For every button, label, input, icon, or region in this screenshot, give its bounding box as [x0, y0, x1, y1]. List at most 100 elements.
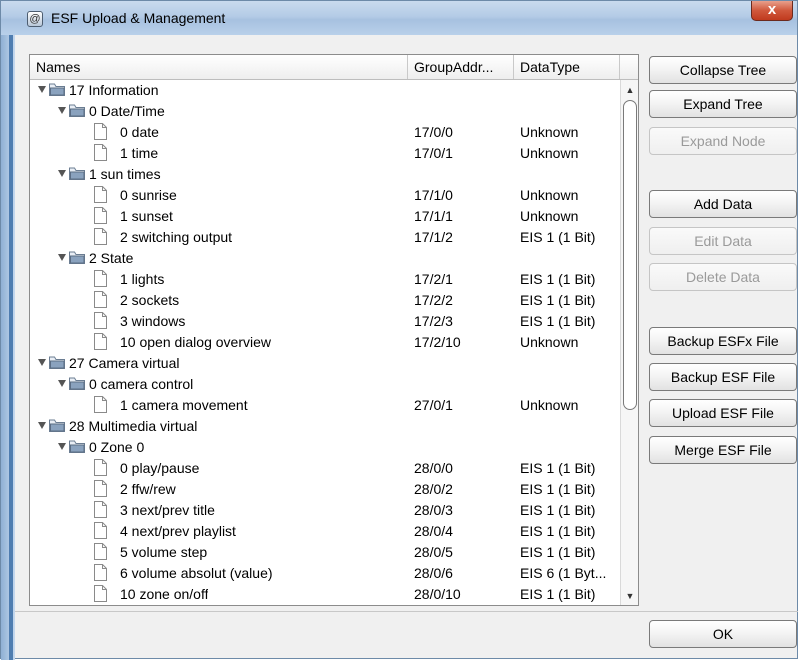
- tree-node-name: 2 switching output: [120, 229, 233, 245]
- file-icon: [94, 123, 107, 140]
- table-row[interactable]: 0 play/pause 28/0/0 EIS 1 (1 Bit): [30, 458, 620, 479]
- scroll-down-icon[interactable]: ▼: [621, 590, 638, 602]
- tree-group-row[interactable]: 17 Information: [30, 80, 620, 101]
- expand-arrow-icon[interactable]: [58, 380, 66, 387]
- close-button[interactable]: x: [751, 1, 793, 21]
- datatype-cell: Unknown: [520, 334, 579, 350]
- table-row[interactable]: 0 date 17/0/0 Unknown: [30, 122, 620, 143]
- group-address-cell: 28/0/2: [414, 481, 453, 497]
- tree-node-name: 1 camera movement: [120, 397, 248, 413]
- tree-node-name: 27 Camera virtual: [69, 355, 180, 371]
- file-icon: [94, 207, 107, 224]
- table-row[interactable]: 2 switching output 17/1/2 EIS 1 (1 Bit): [30, 227, 620, 248]
- table-row[interactable]: 3 next/prev title 28/0/3 EIS 1 (1 Bit): [30, 500, 620, 521]
- ok-button[interactable]: OK: [649, 620, 797, 648]
- scroll-up-icon[interactable]: ▲: [621, 84, 638, 96]
- tree-node-name: 1 time: [120, 145, 159, 161]
- window-title: ESF Upload & Management: [51, 10, 226, 26]
- expand-tree-button[interactable]: Expand Tree: [649, 90, 797, 118]
- merge-esf-file-button[interactable]: Merge ESF File: [649, 436, 797, 464]
- column-header-datatype[interactable]: DataType: [514, 55, 620, 79]
- tree-node-name: 4 next/prev playlist: [120, 523, 236, 539]
- upload-esf-file-button[interactable]: Upload ESF File: [649, 399, 797, 427]
- tree-group-row[interactable]: 0 Date/Time: [30, 101, 620, 122]
- file-icon: [94, 585, 107, 602]
- table-row[interactable]: 1 lights 17/2/1 EIS 1 (1 Bit): [30, 269, 620, 290]
- column-header-groupaddr[interactable]: GroupAddr...: [408, 55, 514, 79]
- expand-arrow-icon[interactable]: [58, 254, 66, 261]
- table-row[interactable]: 6 volume absolut (value) 28/0/6 EIS 6 (1 B…: [30, 563, 620, 584]
- folder-open-icon: [49, 356, 65, 369]
- expand-arrow-icon[interactable]: [58, 443, 66, 450]
- expand-arrow-icon[interactable]: [58, 107, 66, 114]
- datatype-cell: Unknown: [520, 208, 579, 224]
- tree-node-name: 2 State: [89, 250, 134, 266]
- folder-open-icon: [69, 440, 85, 453]
- folder-open-icon: [69, 251, 85, 264]
- tree-group-row[interactable]: 27 Camera virtual: [30, 353, 620, 374]
- delete-data-button[interactable]: Delete Data: [649, 263, 797, 291]
- column-header-names[interactable]: Names: [30, 55, 408, 79]
- tree-node-name: 0 Zone 0: [89, 439, 145, 455]
- table-row[interactable]: 2 sockets 17/2/2 EIS 1 (1 Bit): [30, 290, 620, 311]
- datatype-cell: EIS 1 (1 Bit): [520, 229, 596, 245]
- file-icon: [94, 144, 107, 161]
- datatype-cell: EIS 1 (1 Bit): [520, 271, 596, 287]
- tree-node-name: 10 open dialog overview: [120, 334, 271, 350]
- tree-node-name: 2 ffw/rew: [120, 481, 176, 497]
- table-row[interactable]: 1 sunset 17/1/1 Unknown: [30, 206, 620, 227]
- file-icon: [94, 291, 107, 308]
- collapse-tree-button[interactable]: Collapse Tree: [649, 56, 797, 84]
- folder-open-icon: [49, 83, 65, 96]
- scroll-thumb[interactable]: [623, 100, 637, 410]
- tree-group-row[interactable]: 2 State: [30, 248, 620, 269]
- datatype-cell: EIS 1 (1 Bit): [520, 460, 596, 476]
- file-icon: [94, 333, 107, 350]
- tree-group-row[interactable]: 0 camera control: [30, 374, 620, 395]
- table-row[interactable]: 3 windows 17/2/3 EIS 1 (1 Bit): [30, 311, 620, 332]
- folder-open-icon: [69, 167, 85, 180]
- folder-open-icon: [69, 104, 85, 117]
- tree-node-name: 6 volume absolut (value): [120, 565, 273, 581]
- tree-node-name: 3 windows: [120, 313, 186, 329]
- expand-node-button[interactable]: Expand Node: [649, 127, 797, 155]
- table-row[interactable]: 4 next/prev playlist 28/0/4 EIS 1 (1 Bit): [30, 521, 620, 542]
- add-data-button[interactable]: Add Data: [649, 190, 797, 218]
- table-row[interactable]: 10 zone on/off 28/0/10 EIS 1 (1 Bit): [30, 584, 620, 605]
- tree-group-row[interactable]: 28 Multimedia virtual: [30, 416, 620, 437]
- tree-node-name: 0 sunrise: [120, 187, 177, 203]
- file-icon: [94, 459, 107, 476]
- file-icon: [94, 522, 107, 539]
- tree-group-row[interactable]: 0 Zone 0: [30, 437, 620, 458]
- tree-node-name: 10 zone on/off: [120, 586, 209, 602]
- esf-management-window: @ ESF Upload & Management x Names GroupA…: [0, 0, 798, 660]
- expand-arrow-icon[interactable]: [38, 422, 46, 429]
- backup-esf-file-button[interactable]: Backup ESF File: [649, 363, 797, 391]
- backup-esfx-file-button[interactable]: Backup ESFx File: [649, 327, 797, 355]
- file-icon: [94, 396, 107, 413]
- table-row[interactable]: 2 ffw/rew 28/0/2 EIS 1 (1 Bit): [30, 479, 620, 500]
- tree-node-name: 17 Information: [69, 82, 159, 98]
- table-row[interactable]: 10 open dialog overview 17/2/10 Unknown: [30, 332, 620, 353]
- file-icon: [94, 564, 107, 581]
- table-row[interactable]: 0 sunrise 17/1/0 Unknown: [30, 185, 620, 206]
- table-row[interactable]: 1 camera movement 27/0/1 Unknown: [30, 395, 620, 416]
- expand-arrow-icon[interactable]: [38, 359, 46, 366]
- app-icon: @: [27, 11, 43, 27]
- file-icon: [94, 501, 107, 518]
- edit-data-button[interactable]: Edit Data: [649, 227, 797, 255]
- tree-group-row[interactable]: 1 sun times: [30, 164, 620, 185]
- table-row[interactable]: 1 time 17/0/1 Unknown: [30, 143, 620, 164]
- esf-tree-table[interactable]: Names GroupAddr... DataType 17 Informati…: [29, 54, 639, 606]
- vertical-scrollbar[interactable]: ▲ ▼: [620, 80, 638, 605]
- tree-node-name: 0 camera control: [89, 376, 194, 392]
- group-address-cell: 17/2/2: [414, 292, 453, 308]
- title-bar[interactable]: @ ESF Upload & Management x: [1, 1, 797, 35]
- table-row[interactable]: 5 volume step 28/0/5 EIS 1 (1 Bit): [30, 542, 620, 563]
- datatype-cell: EIS 6 (1 Byt...: [520, 565, 607, 581]
- table-body: 17 Information 0 Date/Time 0 date 17/0/0 Unk…: [30, 80, 620, 605]
- folder-open-icon: [49, 419, 65, 432]
- expand-arrow-icon[interactable]: [38, 86, 46, 93]
- group-address-cell: 17/1/0: [414, 187, 453, 203]
- expand-arrow-icon[interactable]: [58, 170, 66, 177]
